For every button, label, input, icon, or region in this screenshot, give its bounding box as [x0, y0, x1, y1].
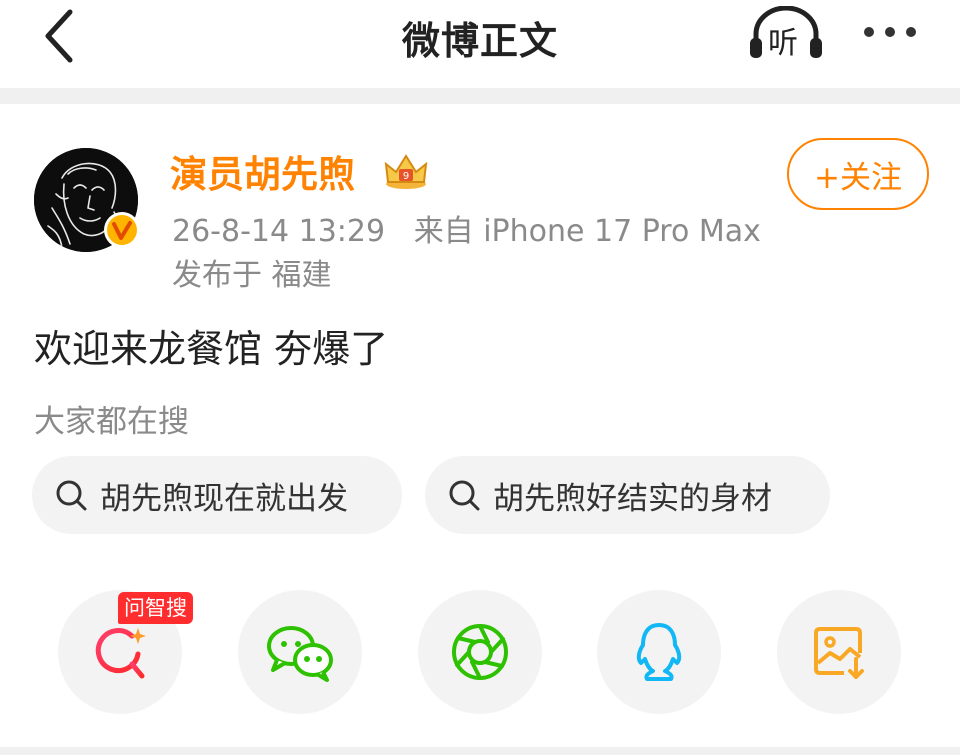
moments-icon	[452, 624, 508, 680]
post-source: 来自 iPhone 17 Pro Max	[413, 214, 761, 249]
more-button[interactable]	[856, 12, 924, 52]
verified-badge	[104, 212, 140, 248]
wechat-icon	[267, 626, 333, 682]
post-text: 欢迎来龙餐馆 夯爆了	[34, 327, 389, 371]
save-image-icon	[814, 627, 864, 679]
search-chip[interactable]: 胡先煦好结实的身材	[425, 456, 830, 534]
share-moments-button[interactable]	[418, 590, 542, 714]
listen-label: 听	[768, 26, 798, 61]
more-dot	[885, 27, 895, 37]
ai-search-icon	[95, 628, 146, 679]
search-chip[interactable]: 胡先煦现在就出发	[32, 456, 402, 534]
search-icon	[449, 480, 480, 511]
post-meta: 26-8-14 13:29 来自 iPhone 17 Pro Max	[172, 206, 761, 250]
listen-button[interactable]: 听	[746, 5, 826, 62]
bottom-divider	[0, 747, 960, 755]
search-icon	[56, 480, 87, 511]
verified-v-icon	[107, 215, 137, 245]
search-chip-label: 胡先煦现在就出发	[100, 480, 348, 517]
post-location: 发布于 福建	[172, 258, 332, 293]
ai-search-tag: 问智搜	[118, 592, 193, 624]
share-wechat-button[interactable]	[238, 590, 362, 714]
trending-search-label: 大家都在搜	[34, 404, 189, 440]
qq-icon	[636, 623, 682, 681]
more-dot	[864, 27, 874, 37]
more-dot	[906, 27, 916, 37]
svg-text:9: 9	[403, 171, 409, 182]
post-timestamp: 26-8-14 13:29	[172, 214, 386, 249]
author-name[interactable]: 演员胡先煦	[170, 144, 355, 198]
save-image-button[interactable]	[777, 590, 901, 714]
share-qq-button[interactable]	[597, 590, 721, 714]
search-chip-label: 胡先煦好结实的身材	[493, 480, 772, 517]
section-divider	[0, 88, 960, 104]
follow-button[interactable]: +关注	[787, 138, 929, 210]
vip-crown-icon: 9	[382, 150, 430, 190]
